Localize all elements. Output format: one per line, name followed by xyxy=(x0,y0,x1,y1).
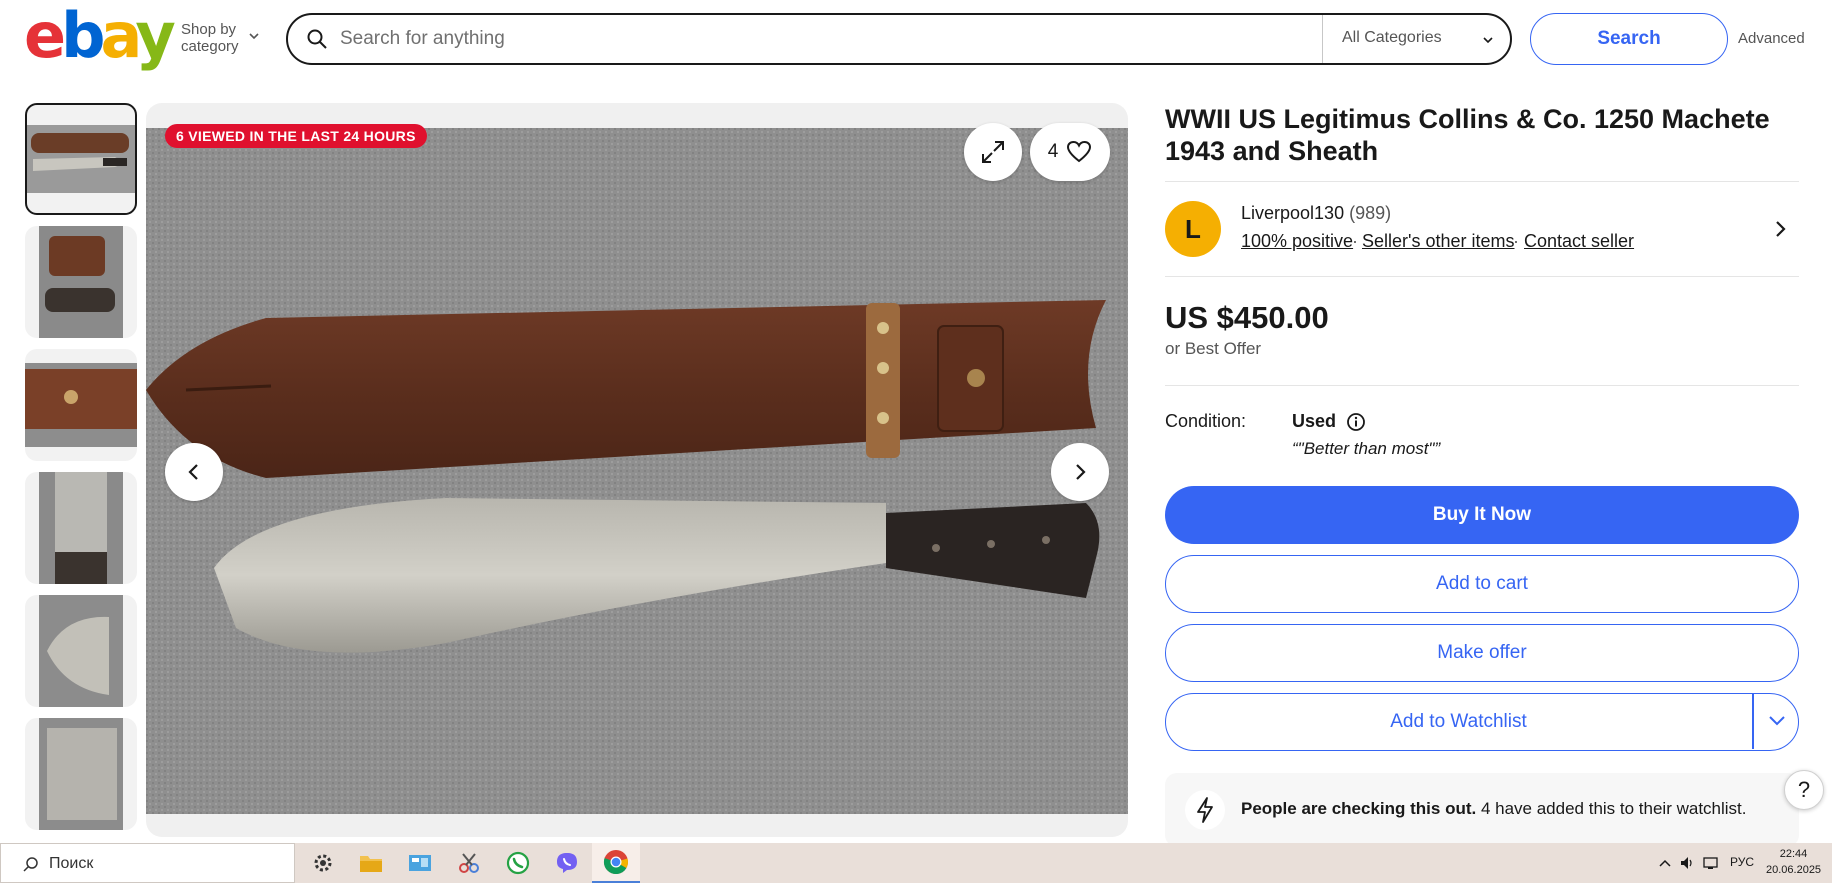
lightning-icon xyxy=(1185,790,1225,830)
shop-by-category-line1: Shop by xyxy=(181,21,237,38)
search-bar: All Categories xyxy=(286,13,1512,65)
best-offer-label: or Best Offer xyxy=(1165,339,1262,358)
language-indicator[interactable]: РУС xyxy=(1730,855,1754,869)
separator-dot: · xyxy=(1352,231,1358,251)
logo-letter-y: y xyxy=(135,0,175,72)
thumbnail-2[interactable] xyxy=(25,226,137,338)
taskbar-search-label: Поиск xyxy=(49,855,94,872)
control-panel-icon[interactable] xyxy=(406,849,434,877)
contact-seller-link[interactable]: Contact seller xyxy=(1524,231,1634,252)
thumbnail-image xyxy=(39,595,123,707)
thumbnail-5[interactable] xyxy=(25,595,137,707)
chevron-right-icon xyxy=(1076,464,1086,480)
thumbnail-3[interactable] xyxy=(25,349,137,461)
settings-gear-icon[interactable] xyxy=(309,849,337,877)
logo-letter-a: a xyxy=(100,0,140,72)
expand-button[interactable] xyxy=(964,123,1022,181)
watch-count: 4 xyxy=(1047,141,1059,162)
viber-icon[interactable] xyxy=(553,849,581,877)
add-to-cart-button[interactable]: Add to cart xyxy=(1165,555,1799,613)
chevron-down-icon[interactable] xyxy=(249,31,259,41)
machete-photo xyxy=(146,128,1128,814)
next-image-button[interactable] xyxy=(1051,443,1109,501)
category-select[interactable]: All Categories xyxy=(1342,29,1442,47)
people-checking-banner: People are checking this out. 4 have add… xyxy=(1165,773,1799,847)
help-button[interactable]: ? xyxy=(1784,770,1824,810)
seller-feedback-count: (989) xyxy=(1349,203,1392,223)
thumbnail-image xyxy=(39,226,123,338)
watchlist-control: Add to Watchlist xyxy=(1165,693,1799,751)
item-title: WWII US Legitimus Collins & Co. 1250 Mac… xyxy=(1165,104,1770,166)
thumbnail-image xyxy=(25,363,137,447)
logo-letter-e: e xyxy=(24,0,66,72)
ebay-item-page: ebay Shop by category All Categories Sea… xyxy=(0,0,1832,883)
people-checking-bold: People are checking this out. xyxy=(1241,799,1477,818)
watch-heart-button[interactable]: 4 xyxy=(1030,123,1110,181)
windows-taskbar: Поиск РУС 22:44 20.06.2025 xyxy=(0,843,1832,883)
speaker-icon[interactable] xyxy=(1679,855,1695,871)
condition-description: “"Better than most"” xyxy=(1292,439,1441,458)
add-to-watchlist-button[interactable]: Add to Watchlist xyxy=(1166,694,1751,749)
people-checking-text: People are checking this out. 4 have add… xyxy=(1241,799,1747,819)
divider xyxy=(1165,385,1799,386)
expand-icon xyxy=(982,141,1004,163)
chevron-up-icon[interactable] xyxy=(1658,858,1672,868)
item-price: US $450.00 xyxy=(1165,300,1329,335)
thumbnail-image xyxy=(39,472,123,584)
seller-name-row: Liverpool130 (989) xyxy=(1241,203,1391,224)
item-photo[interactable] xyxy=(146,128,1128,814)
thumbnail-image xyxy=(39,718,123,830)
chevron-left-icon xyxy=(188,464,198,480)
search-icon xyxy=(307,29,327,49)
clock-time: 22:44 xyxy=(1779,848,1808,860)
chevron-right-icon[interactable] xyxy=(1773,219,1787,239)
taskbar-search[interactable]: Поиск xyxy=(0,843,295,883)
clock-date: 20.06.2025 xyxy=(1766,864,1822,876)
people-checking-rest: 4 have added this to their watchlist. xyxy=(1476,799,1747,818)
network-icon[interactable] xyxy=(1703,855,1719,871)
taskbar-clock[interactable]: 22:44 20.06.2025 xyxy=(1766,846,1821,878)
buy-it-now-button[interactable]: Buy It Now xyxy=(1165,486,1799,544)
ebay-logo[interactable]: ebay xyxy=(24,5,176,67)
thumbnail-1[interactable] xyxy=(25,103,137,215)
search-input[interactable] xyxy=(340,25,1340,53)
item-details-panel: WWII US Legitimus Collins & Co. 1250 Mac… xyxy=(1165,103,1800,847)
search-icon xyxy=(23,857,38,872)
seller-positive-link[interactable]: 100% positive xyxy=(1241,231,1353,252)
separator-dot: · xyxy=(1513,231,1519,251)
advanced-search-link[interactable]: Advanced xyxy=(1738,30,1805,47)
chevron-down-icon[interactable] xyxy=(1768,714,1786,728)
info-icon[interactable] xyxy=(1346,412,1366,432)
seller-name[interactable]: Liverpool130 xyxy=(1241,203,1344,223)
viewed-badge: 6 VIEWED IN THE LAST 24 HOURS xyxy=(165,124,427,148)
file-explorer-icon[interactable] xyxy=(357,849,385,877)
shop-by-category-button[interactable]: Shop by category xyxy=(181,21,239,55)
condition-value: Used xyxy=(1292,411,1337,431)
condition-label: Condition: xyxy=(1165,411,1247,431)
heart-icon xyxy=(1067,140,1092,163)
watchlist-divider xyxy=(1752,694,1754,749)
thumbnail-4[interactable] xyxy=(25,472,137,584)
header: ebay Shop by category All Categories Sea… xyxy=(0,0,1832,78)
previous-image-button[interactable] xyxy=(165,443,223,501)
chevron-down-icon[interactable] xyxy=(1482,34,1494,46)
main-image-viewer: 6 VIEWED IN THE LAST 24 HOURS 4 xyxy=(146,103,1128,837)
make-offer-button[interactable]: Make offer xyxy=(1165,624,1799,682)
snipping-tool-icon[interactable] xyxy=(455,849,483,877)
thumbnail-6[interactable] xyxy=(25,718,137,830)
chrome-icon[interactable] xyxy=(592,843,640,883)
search-divider xyxy=(1322,15,1323,63)
search-button[interactable]: Search xyxy=(1530,13,1728,65)
thumbnail-image xyxy=(27,125,135,193)
seller-avatar[interactable]: L xyxy=(1165,201,1221,257)
divider xyxy=(1165,276,1799,277)
shop-by-category-line2: category xyxy=(181,38,239,55)
whatsapp-icon[interactable] xyxy=(504,849,532,877)
divider xyxy=(1165,181,1799,182)
logo-letter-b: b xyxy=(61,0,105,72)
seller-other-items-link[interactable]: Seller's other items xyxy=(1362,231,1515,252)
